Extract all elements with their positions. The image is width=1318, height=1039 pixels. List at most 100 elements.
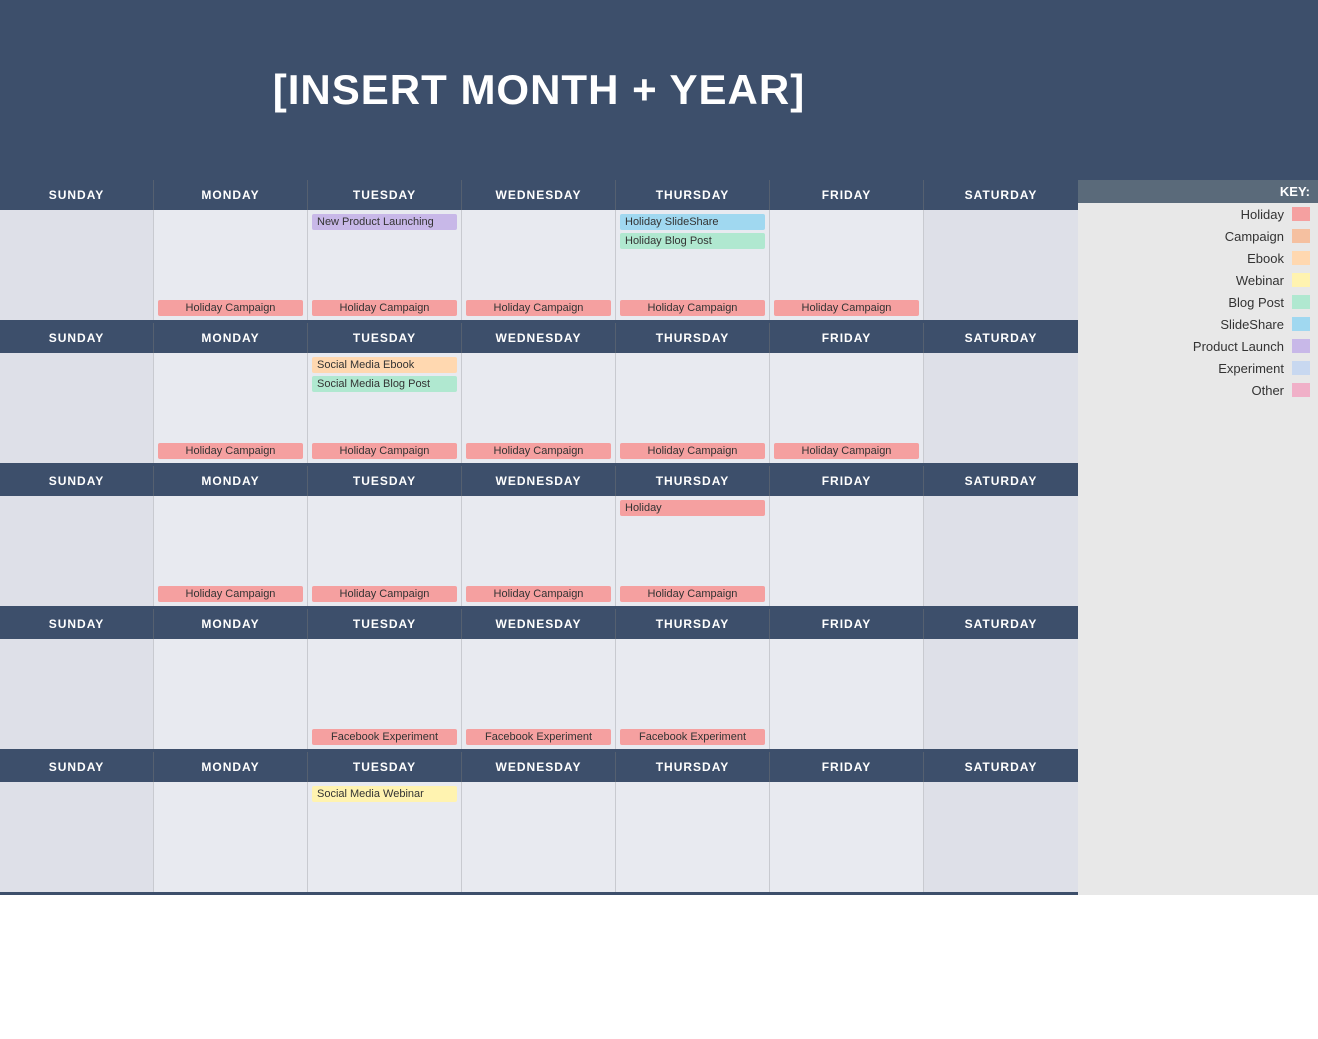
day-header: WEDNESDAY	[462, 609, 616, 639]
day-cell-thursday: Facebook Experiment	[616, 639, 770, 749]
cell-footer: Facebook Experiment	[620, 727, 765, 745]
event-tag: Holiday Blog Post	[620, 233, 765, 249]
cell-events	[312, 500, 457, 580]
day-header: SATURDAY	[924, 466, 1078, 496]
key-item: Webinar	[1078, 269, 1318, 291]
cell-footer: Holiday Campaign	[620, 298, 765, 316]
cell-footer: Holiday Campaign	[158, 441, 303, 459]
day-cell-monday: Holiday Campaign	[154, 353, 308, 463]
week-row-1: Holiday CampaignNew Product LaunchingHol…	[0, 210, 1078, 323]
day-header: TUESDAY	[308, 323, 462, 353]
day-cell-friday	[770, 639, 924, 749]
day-cell-wednesday: Facebook Experiment	[462, 639, 616, 749]
day-cell-monday: Holiday Campaign	[154, 210, 308, 320]
key-item: Campaign	[1078, 225, 1318, 247]
day-cell-monday	[154, 639, 308, 749]
campaign-footer: Holiday Campaign	[158, 300, 303, 316]
day-header: THURSDAY	[616, 180, 770, 210]
cell-footer: Holiday Campaign	[466, 441, 611, 459]
day-header: FRIDAY	[770, 323, 924, 353]
cell-events	[158, 214, 303, 294]
header-title: [INSERT MONTH + YEAR]	[273, 66, 805, 114]
key-panel: KEY: HolidayCampaignEbookWebinarBlog Pos…	[1078, 0, 1318, 895]
day-header: MONDAY	[154, 466, 308, 496]
key-swatch	[1292, 229, 1310, 243]
day-header: MONDAY	[154, 609, 308, 639]
cell-events	[466, 500, 611, 580]
cell-footer: Facebook Experiment	[312, 727, 457, 745]
day-header: MONDAY	[154, 180, 308, 210]
day-cell-wednesday: Holiday Campaign	[462, 496, 616, 606]
day-cell-saturday	[924, 496, 1078, 606]
day-header: FRIDAY	[770, 466, 924, 496]
key-swatch	[1292, 251, 1310, 265]
day-cell-thursday: Holiday SlideShare Holiday Blog Post Holid…	[616, 210, 770, 320]
day-cell-saturday	[924, 639, 1078, 749]
day-header: TUESDAY	[308, 752, 462, 782]
day-cell-tuesday: Social Media Webinar	[308, 782, 462, 892]
day-cell-tuesday: Holiday Campaign	[308, 496, 462, 606]
key-swatch	[1292, 339, 1310, 353]
header-area: [INSERT MONTH + YEAR]	[0, 0, 1078, 180]
week-2-headers: SUNDAYMONDAYTUESDAYWEDNESDAYTHURSDAYFRID…	[0, 323, 1078, 353]
day-cell-tuesday: Facebook Experiment	[308, 639, 462, 749]
key-label: Ebook	[1247, 251, 1284, 266]
campaign-footer: Holiday Campaign	[620, 300, 765, 316]
cell-events	[4, 786, 149, 884]
day-header: THURSDAY	[616, 609, 770, 639]
key-item: SlideShare	[1078, 313, 1318, 335]
event-tag: Holiday SlideShare	[620, 214, 765, 230]
day-cell-thursday	[616, 782, 770, 892]
cell-events	[774, 786, 919, 884]
day-cell-saturday	[924, 353, 1078, 463]
cell-events: New Product Launching	[312, 214, 457, 294]
week-row-4: Facebook Experiment Facebook Experiment Fa…	[0, 639, 1078, 752]
day-header: THURSDAY	[616, 752, 770, 782]
day-header: WEDNESDAY	[462, 752, 616, 782]
event-tag: Social Media Blog Post	[312, 376, 457, 392]
cell-events	[774, 214, 919, 294]
cell-events	[466, 643, 611, 723]
day-cell-sunday	[0, 496, 154, 606]
key-swatch	[1292, 273, 1310, 287]
cell-events: Social Media EbookSocial Media Blog Post	[312, 357, 457, 437]
day-cell-wednesday: Holiday Campaign	[462, 353, 616, 463]
day-cell-sunday	[0, 353, 154, 463]
day-cell-sunday	[0, 210, 154, 320]
key-swatch	[1292, 295, 1310, 309]
campaign-footer: Facebook Experiment	[620, 729, 765, 745]
key-item: Other	[1078, 379, 1318, 401]
cell-events	[774, 500, 919, 598]
cell-footer: Holiday Campaign	[620, 584, 765, 602]
cell-events	[4, 214, 149, 312]
day-cell-wednesday	[462, 782, 616, 892]
cell-events: Social Media Webinar	[312, 786, 457, 884]
campaign-footer: Holiday Campaign	[620, 586, 765, 602]
key-label: Holiday	[1241, 207, 1284, 222]
weeks-container: SUNDAYMONDAYTUESDAYWEDNESDAYTHURSDAYFRID…	[0, 180, 1078, 895]
day-header: THURSDAY	[616, 466, 770, 496]
cell-events	[466, 786, 611, 884]
cell-events	[312, 643, 457, 723]
cell-footer: Holiday Campaign	[158, 298, 303, 316]
day-cell-monday: Holiday Campaign	[154, 496, 308, 606]
cell-events	[4, 500, 149, 598]
day-cell-tuesday: Social Media EbookSocial Media Blog Post…	[308, 353, 462, 463]
campaign-footer: Holiday Campaign	[312, 586, 457, 602]
key-item: Holiday	[1078, 203, 1318, 225]
week-row-2: Holiday CampaignSocial Media EbookSocial…	[0, 353, 1078, 466]
cell-events	[928, 643, 1074, 741]
day-cell-sunday	[0, 782, 154, 892]
cell-footer: Holiday Campaign	[774, 441, 919, 459]
key-label: Other	[1251, 383, 1284, 398]
campaign-footer: Holiday Campaign	[158, 586, 303, 602]
cell-events	[4, 357, 149, 455]
week-1-headers: SUNDAYMONDAYTUESDAYWEDNESDAYTHURSDAYFRID…	[0, 180, 1078, 210]
cell-footer: Facebook Experiment	[466, 727, 611, 745]
day-header: SATURDAY	[924, 752, 1078, 782]
day-cell-friday: Holiday Campaign	[770, 353, 924, 463]
day-cell-saturday	[924, 782, 1078, 892]
day-header: TUESDAY	[308, 180, 462, 210]
cell-events	[620, 643, 765, 723]
day-cell-tuesday: New Product LaunchingHoliday Campaign	[308, 210, 462, 320]
